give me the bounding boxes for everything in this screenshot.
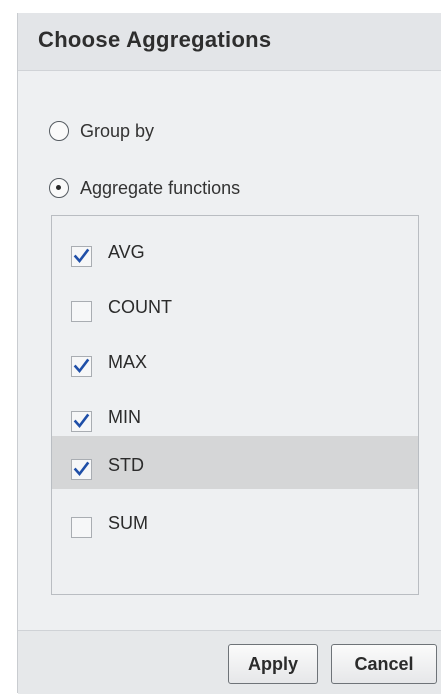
cancel-button[interactable]: Cancel — [331, 644, 437, 684]
dialog-title: Choose Aggregations — [38, 27, 272, 52]
checkmark-icon — [73, 358, 90, 373]
function-item-count[interactable]: COUNT — [52, 285, 418, 337]
aggregate-functions-option[interactable]: Aggregate functions — [49, 173, 240, 203]
max-checkbox[interactable] — [71, 355, 92, 377]
avg-checkbox[interactable] — [71, 245, 92, 267]
checkmark-icon — [73, 461, 90, 477]
dialog-title-bar: Choose Aggregations — [18, 13, 441, 71]
dialog-footer: Apply Cancel — [18, 630, 441, 694]
count-label: COUNT — [108, 296, 172, 317]
min-checkbox[interactable] — [71, 410, 92, 432]
group-by-option[interactable]: Group by — [49, 116, 154, 146]
checkmark-icon — [73, 248, 90, 263]
function-item-max[interactable]: MAX — [52, 340, 418, 392]
group-by-radio[interactable] — [49, 121, 69, 141]
std-checkbox[interactable] — [71, 459, 92, 480]
count-checkbox[interactable] — [71, 300, 92, 322]
checkmark-icon — [73, 413, 90, 428]
choose-aggregations-dialog: Choose Aggregations Group by Aggregate f… — [17, 13, 441, 694]
aggregate-function-list: AVG COUNT MAX MIN STD SUM — [51, 215, 419, 595]
function-item-sum[interactable]: SUM — [52, 501, 418, 553]
function-item-avg[interactable]: AVG — [52, 230, 418, 282]
function-item-std[interactable]: STD — [52, 436, 418, 489]
sum-label: SUM — [108, 512, 148, 533]
max-label: MAX — [108, 351, 148, 372]
aggregate-functions-radio[interactable] — [49, 178, 69, 198]
std-label: STD — [108, 455, 144, 475]
aggregate-functions-label: Aggregate functions — [80, 177, 241, 198]
group-by-label: Group by — [80, 120, 155, 141]
apply-button[interactable]: Apply — [228, 644, 318, 684]
sum-checkbox[interactable] — [71, 516, 92, 538]
avg-label: AVG — [108, 241, 145, 262]
min-label: MIN — [108, 406, 141, 427]
